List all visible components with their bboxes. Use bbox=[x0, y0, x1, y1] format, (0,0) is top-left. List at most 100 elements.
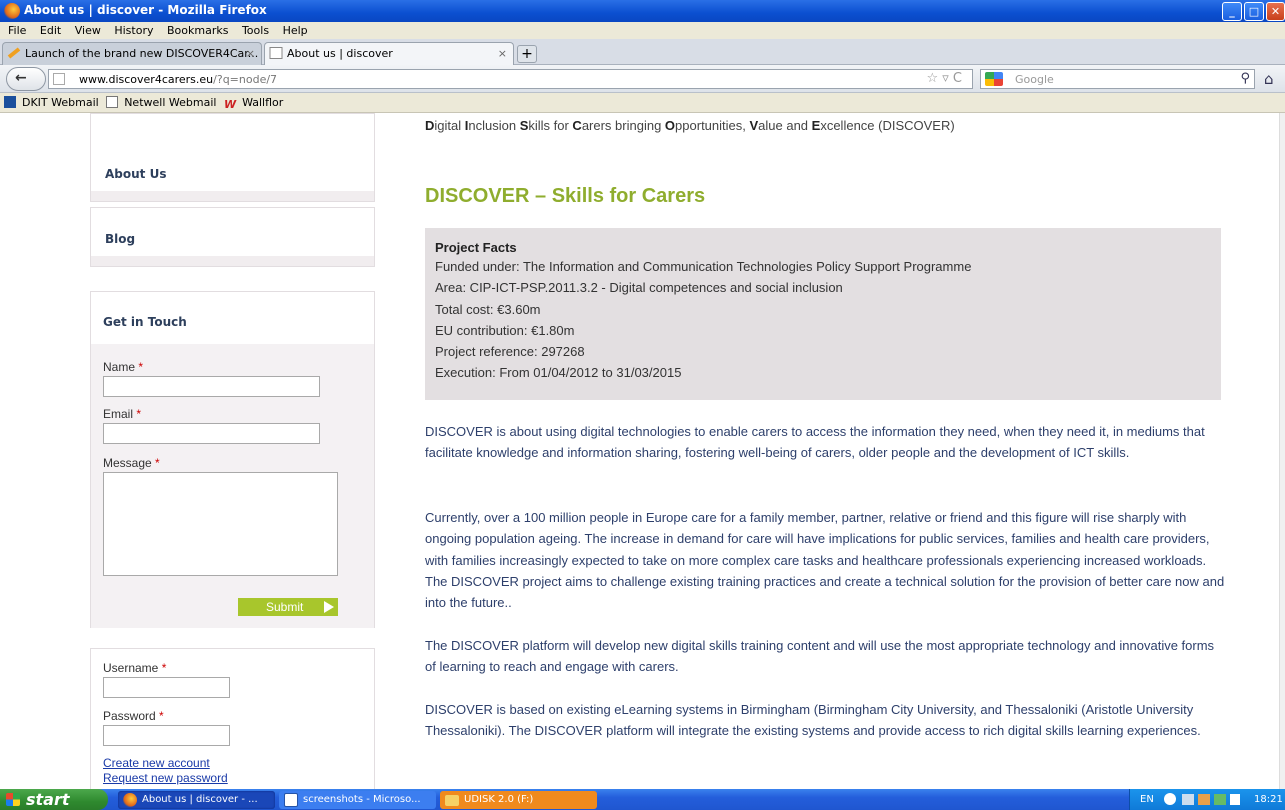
fact-execution: Execution: From 01/04/2012 to 31/03/2015 bbox=[435, 365, 682, 381]
tab-label: Launch of the brand new DISCOVER4Car... bbox=[25, 47, 259, 60]
submit-button[interactable]: Submit bbox=[238, 598, 338, 616]
new-tab-button[interactable]: + bbox=[517, 45, 537, 63]
window-title-bar: About us | discover - Mozilla Firefox _ … bbox=[0, 0, 1285, 22]
network-icon[interactable] bbox=[1182, 794, 1194, 805]
bookmark-netwell[interactable]: Netwell Webmail bbox=[106, 93, 216, 113]
tab-close-icon[interactable]: × bbox=[498, 43, 507, 64]
taskbar-firefox[interactable]: About us | discover - ... bbox=[118, 791, 275, 809]
blog-block[interactable]: Blog bbox=[90, 207, 375, 267]
project-facts-box: Project Facts Funded under: The Informat… bbox=[425, 228, 1221, 400]
search-icon[interactable]: ⚲ bbox=[1240, 71, 1250, 86]
close-window-button[interactable]: ✕ bbox=[1266, 2, 1285, 21]
name-input[interactable] bbox=[103, 376, 320, 397]
start-button[interactable]: start bbox=[0, 789, 108, 810]
menu-tools[interactable]: Tools bbox=[242, 22, 269, 39]
tab-close-icon[interactable]: × bbox=[246, 43, 255, 64]
message-label: Message * bbox=[103, 456, 160, 470]
username-label: Username * bbox=[103, 661, 167, 675]
windows-flag-icon bbox=[6, 793, 20, 806]
menu-bookmarks[interactable]: Bookmarks bbox=[167, 22, 228, 39]
tab-label: About us | discover bbox=[287, 47, 393, 60]
paragraph-intro: DISCOVER is about using digital technolo… bbox=[425, 424, 1205, 461]
password-label: Password * bbox=[103, 709, 164, 723]
tab-bar: Launch of the brand new DISCOVER4Car... … bbox=[0, 39, 1285, 65]
back-button[interactable]: ← bbox=[6, 67, 46, 91]
fact-eu-contribution: EU contribution: €1.80m bbox=[435, 322, 575, 338]
menu-bar: File Edit View History Bookmarks Tools H… bbox=[0, 22, 1285, 39]
tray-arrow-icon[interactable] bbox=[1164, 793, 1176, 805]
home-icon[interactable]: ⌂ bbox=[1264, 70, 1274, 88]
paragraph-context: Currently, over a 100 million people in … bbox=[425, 510, 1225, 611]
google-engine-icon[interactable] bbox=[985, 72, 1003, 86]
bookmark-star-icon[interactable]: ☆ ▿ C bbox=[926, 71, 962, 86]
dkit-icon bbox=[4, 96, 16, 108]
wallflor-icon: W bbox=[223, 98, 237, 111]
maximize-button[interactable]: □ bbox=[1244, 2, 1264, 21]
project-tagline: Digital Inclusion Skills for Carers brin… bbox=[425, 118, 955, 133]
password-input[interactable] bbox=[103, 725, 230, 746]
tab-about[interactable]: About us | discover × bbox=[264, 42, 514, 65]
menu-view[interactable]: View bbox=[75, 22, 101, 39]
fact-funded: Funded under: The Information and Commun… bbox=[435, 259, 972, 274]
bookmarks-toolbar: DKIT Webmail Netwell Webmail W Wallflor bbox=[0, 93, 1285, 113]
tray-app-icon[interactable] bbox=[1230, 794, 1240, 805]
folder-icon bbox=[445, 795, 459, 806]
clock[interactable]: 18:21 bbox=[1254, 789, 1283, 810]
menu-help[interactable]: Help bbox=[283, 22, 308, 39]
page-title: DISCOVER – Skills for Carers bbox=[425, 185, 706, 207]
taskbar-word[interactable]: screenshots - Microso... bbox=[279, 791, 436, 809]
rss-icon bbox=[7, 47, 21, 59]
url-text: www.discover4carers.eu/?q=node/7 bbox=[79, 73, 278, 86]
about-us-link[interactable]: About Us bbox=[105, 167, 166, 181]
bookmark-dkit[interactable]: DKIT Webmail bbox=[4, 93, 99, 113]
menu-edit[interactable]: Edit bbox=[40, 22, 61, 39]
page-icon bbox=[269, 47, 283, 59]
windows-taskbar: start About us | discover - ... screensh… bbox=[0, 789, 1285, 810]
request-password-link[interactable]: Request new password bbox=[103, 771, 228, 785]
name-label: Name * bbox=[103, 360, 144, 374]
search-bar[interactable]: Google ⚲ bbox=[980, 69, 1255, 89]
submit-label: Submit bbox=[266, 600, 304, 614]
message-textarea[interactable] bbox=[103, 472, 338, 576]
paragraph-basis: DISCOVER is based on existing eLearning … bbox=[425, 702, 1201, 739]
create-account-link[interactable]: Create new account bbox=[103, 756, 210, 770]
language-indicator[interactable]: EN bbox=[1140, 789, 1154, 810]
play-arrow-icon bbox=[324, 601, 334, 613]
contact-block: Get in Touch Name * Email * Message * Su… bbox=[90, 291, 375, 628]
login-block: Username * Password * Create new account… bbox=[90, 648, 375, 789]
menu-history[interactable]: History bbox=[114, 22, 153, 39]
site-identity-icon bbox=[53, 73, 65, 85]
url-bar[interactable]: www.discover4carers.eu/?q=node/7 ☆ ▿ C bbox=[48, 69, 973, 89]
contact-heading: Get in Touch bbox=[103, 315, 187, 329]
block-stripe bbox=[91, 256, 374, 266]
word-document-icon bbox=[284, 793, 298, 807]
paragraph-platform: The DISCOVER platform will develop new d… bbox=[425, 638, 1215, 675]
mail-icon bbox=[106, 96, 119, 108]
blog-link[interactable]: Blog bbox=[105, 232, 135, 246]
page-viewport: About Us Blog Get in Touch Name * Email … bbox=[0, 113, 1285, 789]
safely-remove-icon[interactable] bbox=[1214, 794, 1226, 805]
email-label: Email * bbox=[103, 407, 142, 421]
bookmark-wallflor[interactable]: W Wallflor bbox=[224, 93, 283, 113]
url-row: ← www.discover4carers.eu/?q=node/7 ☆ ▿ C… bbox=[0, 65, 1285, 93]
security-icon[interactable] bbox=[1198, 794, 1210, 805]
facts-heading: Project Facts bbox=[435, 240, 517, 255]
username-input[interactable] bbox=[103, 677, 230, 698]
firefox-logo-icon bbox=[4, 3, 20, 19]
fact-total-cost: Total cost: €3.60m bbox=[435, 301, 541, 317]
tab-launch[interactable]: Launch of the brand new DISCOVER4Car... … bbox=[2, 42, 262, 65]
back-arrow-icon: ← bbox=[15, 70, 27, 86]
menu-file[interactable]: File bbox=[8, 22, 26, 39]
window-title: About us | discover - Mozilla Firefox bbox=[24, 3, 267, 17]
about-us-block[interactable]: About Us bbox=[90, 113, 375, 202]
block-stripe bbox=[91, 191, 374, 201]
page-scrollbar[interactable] bbox=[1279, 113, 1285, 789]
email-input[interactable] bbox=[103, 423, 320, 444]
taskbar-udisk[interactable]: UDISK 2.0 (F:) bbox=[440, 791, 597, 809]
fact-reference: Project reference: 297268 bbox=[435, 344, 585, 360]
system-tray: EN 18:21 bbox=[1129, 789, 1285, 810]
minimize-button[interactable]: _ bbox=[1222, 2, 1242, 21]
firefox-icon bbox=[123, 793, 137, 807]
search-placeholder: Google bbox=[1015, 73, 1054, 86]
fact-area: Area: CIP-ICT-PSP.2011.3.2 - Digital com… bbox=[435, 280, 843, 296]
